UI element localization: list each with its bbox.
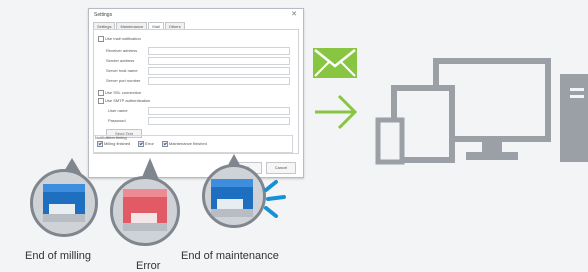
password-field[interactable]	[148, 117, 290, 125]
use-mail-notification-label: Use mail notification	[105, 36, 141, 41]
receiver-address-label: Receiver address	[106, 48, 138, 53]
use-ssl-label: Use SSL connection	[105, 90, 142, 95]
cancel-button[interactable]: Cancel	[266, 162, 296, 174]
user-name-field[interactable]	[148, 107, 290, 115]
sender-address-field[interactable]	[148, 57, 290, 65]
maintenance-finished-checkbox[interactable]	[162, 141, 168, 147]
use-smtp-auth-label: Use SMTP authentication	[105, 98, 151, 103]
password-label: Password	[108, 118, 126, 123]
end-of-milling-caption: End of milling	[25, 250, 92, 262]
maintenance-finished-label: Maintenance finished	[169, 141, 207, 146]
server-host-field[interactable]	[148, 67, 290, 75]
milling-status-bubble	[30, 169, 98, 237]
use-ssl-checkbox[interactable]	[98, 90, 104, 96]
signal-icon	[264, 180, 286, 218]
error-caption: Error	[136, 260, 161, 272]
receiver-address-field[interactable]	[148, 47, 290, 55]
dialog-title: Settings	[94, 12, 113, 18]
error-machine-screen	[123, 189, 167, 231]
maintenance-machine-screen	[211, 179, 253, 217]
error-checkbox[interactable]	[138, 141, 144, 147]
server-host-label: Server host name	[106, 68, 138, 73]
envelope-icon	[313, 48, 357, 78]
end-of-maintenance-caption: End of maintenance	[181, 250, 279, 262]
milling-finished-checkbox[interactable]	[97, 141, 103, 147]
error-checkbox-label: Error	[145, 141, 154, 146]
server-port-field[interactable]	[148, 77, 290, 85]
error-status-bubble	[110, 176, 180, 246]
notification-timing-group: Milling finished Error Maintenance finis…	[93, 135, 293, 153]
use-mail-notification-checkbox[interactable]	[98, 36, 104, 42]
arrow-right-icon	[315, 94, 358, 130]
user-name-label: User name	[108, 108, 128, 113]
devices-icon	[375, 58, 588, 165]
maintenance-status-bubble	[202, 164, 266, 228]
server-port-label: Server port number	[106, 78, 141, 83]
use-smtp-auth-checkbox[interactable]	[98, 98, 104, 104]
milling-machine-screen	[43, 184, 85, 222]
close-icon[interactable]: ✕	[291, 10, 297, 18]
milling-finished-label: Milling finished	[104, 141, 131, 146]
sender-address-label: Sender address	[106, 58, 135, 63]
